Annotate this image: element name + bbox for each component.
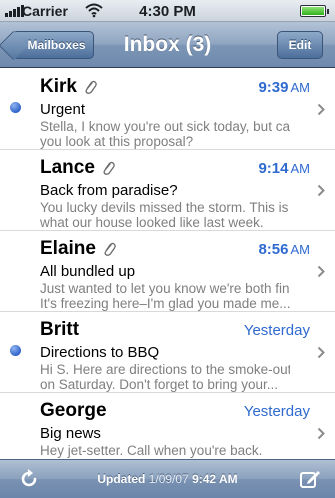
message-time: 9:39 AM	[258, 79, 310, 96]
message-sender: Lance	[40, 157, 115, 179]
time-ampm: AM	[290, 80, 311, 95]
sender-name: Elaine	[40, 238, 96, 259]
time-value: 8:56	[258, 241, 289, 258]
status-bar: Carrier 4:30 PM	[0, 0, 335, 22]
message-preview: Just wanted to let you know we're both f…	[40, 281, 290, 311]
message-row[interactable]: George Yesterday Big news Hey jet-setter…	[0, 393, 335, 459]
preview-line-1: Hey jet-setter. Call when you're back.	[40, 443, 263, 458]
paperclip-icon	[103, 161, 115, 175]
preview-line-2: It's freezing here–I'm glad you made me.…	[40, 296, 290, 311]
compose-icon[interactable]	[299, 468, 321, 490]
iphone-mail-screen: Carrier 4:30 PM Mailboxes Inbox (3) Edit…	[0, 0, 335, 498]
unread-indicator-icon	[10, 345, 21, 356]
status-clock: 4:30 PM	[139, 3, 196, 20]
sender-name: Lance	[40, 157, 95, 178]
message-row[interactable]: Kirk 9:39 AM Urgent Stella, I know you're…	[0, 69, 335, 150]
battery-icon	[300, 5, 329, 17]
chevron-right-icon	[317, 184, 325, 197]
back-button-label: Mailboxes	[27, 38, 86, 52]
edit-button[interactable]: Edit	[277, 31, 323, 59]
updated-time: 9:42 AM	[192, 472, 238, 486]
message-subject: Urgent	[40, 101, 86, 118]
message-row[interactable]: Lance 9:14 AM Back from paradise? You luc…	[0, 150, 335, 231]
preview-line-1: You lucky devils missed the storm. This …	[40, 200, 289, 215]
message-row[interactable]: Elaine 8:56 AM All bundled up Just wanted…	[0, 231, 335, 312]
message-row[interactable]: Britt Yesterday Directions to BBQ Hi S. …	[0, 312, 335, 393]
message-sender: Britt	[40, 319, 79, 341]
message-preview: You lucky devils missed the storm. This …	[40, 200, 290, 230]
updated-label: Updated	[97, 472, 146, 486]
time-ampm: AM	[290, 161, 311, 176]
sender-name: Kirk	[40, 76, 77, 97]
preview-line-1: Just wanted to let you know we're both f…	[40, 281, 290, 296]
message-preview: Hi S. Here are directions to the smoke-o…	[40, 362, 290, 392]
preview-line-1: Hi S. Here are directions to the smoke-o…	[40, 362, 290, 377]
time-value: 9:14	[258, 160, 289, 177]
sender-name: George	[40, 400, 107, 421]
sender-name: Britt	[40, 319, 80, 340]
chevron-right-icon	[317, 103, 325, 116]
preview-line-2: on Saturday. Don't forget to bring your.…	[40, 377, 278, 392]
paperclip-icon	[85, 80, 97, 94]
chevron-right-icon	[317, 265, 325, 278]
time-ampm: AM	[290, 242, 311, 257]
message-time: Yesterday	[244, 322, 310, 339]
chevron-right-icon	[317, 346, 325, 359]
bottom-toolbar: Updated 1/09/07 9:42 AM	[0, 459, 335, 498]
preview-line-2: you look at this proposal?	[40, 134, 194, 149]
time-value: 9:39	[258, 79, 289, 96]
last-updated-status: Updated 1/09/07 9:42 AM	[0, 472, 335, 486]
message-sender: Kirk	[40, 76, 97, 98]
paperclip-icon	[104, 242, 116, 256]
message-subject: Back from paradise?	[40, 182, 178, 199]
preview-line-1: Stella, I know you're out sick today, bu…	[40, 119, 290, 134]
chevron-right-icon	[317, 427, 325, 440]
message-subject: Big news	[40, 425, 101, 442]
navigation-bar: Mailboxes Inbox (3) Edit	[0, 22, 335, 68]
updated-date: 1/09/07	[148, 472, 189, 486]
message-subject: Directions to BBQ	[40, 344, 160, 361]
preview-line-2: what our house looked like last week.	[40, 215, 264, 230]
message-time: Yesterday	[244, 403, 310, 420]
time-value: Yesterday	[243, 322, 310, 339]
message-preview: Stella, I know you're out sick today, bu…	[40, 119, 290, 149]
message-time: 9:14 AM	[258, 160, 310, 177]
message-sender: George	[40, 400, 107, 422]
message-list: Kirk 9:39 AM Urgent Stella, I know you're…	[0, 69, 335, 459]
message-sender: Elaine	[40, 238, 116, 260]
message-preview: Hey jet-setter. Call when you're back.	[40, 443, 290, 458]
message-subject: All bundled up	[40, 263, 136, 280]
time-value: Yesterday	[243, 403, 310, 420]
message-time: 8:56 AM	[258, 241, 310, 258]
unread-indicator-icon	[10, 102, 21, 113]
